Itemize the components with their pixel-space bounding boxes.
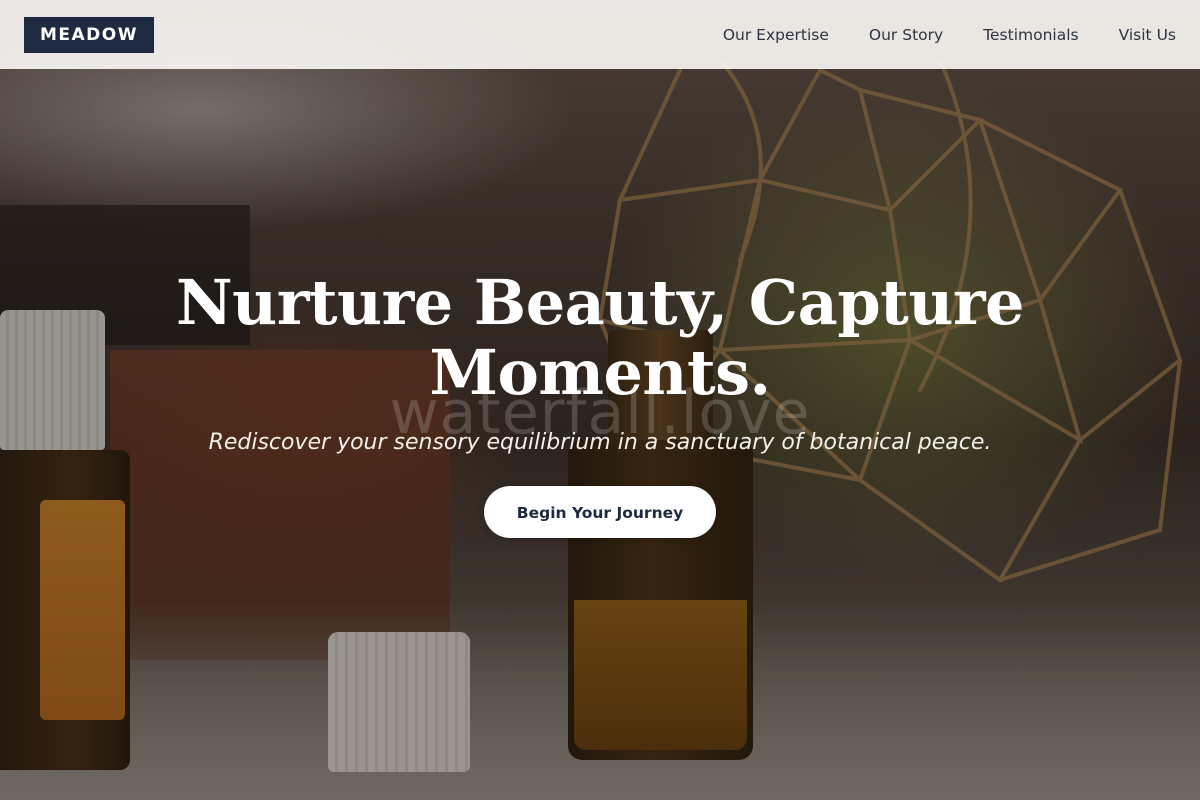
nav-link-testimonials[interactable]: Testimonials <box>983 26 1078 44</box>
hero-title: Nurture Beauty, Capture Moments. <box>150 268 1050 408</box>
nav-link-our-expertise[interactable]: Our Expertise <box>723 26 829 44</box>
brand-logo[interactable]: MEADOW <box>24 16 155 53</box>
hero-title-line-2: Moments. <box>429 336 771 409</box>
main-nav: Our Expertise Our Story Testimonials Vis… <box>723 26 1176 44</box>
begin-journey-button[interactable]: Begin Your Journey <box>484 486 716 538</box>
site-header: MEADOW Our Expertise Our Story Testimoni… <box>0 0 1200 69</box>
nav-link-visit-us[interactable]: Visit Us <box>1119 26 1176 44</box>
hero-subtitle: Rediscover your sensory equilibrium in a… <box>208 430 992 455</box>
hero-section: Nurture Beauty, Capture Moments. Redisco… <box>0 268 1200 538</box>
hero-title-line-1: Nurture Beauty, Capture <box>175 266 1025 339</box>
landing-page: MEADOW Our Expertise Our Story Testimoni… <box>0 0 1200 800</box>
nav-link-our-story[interactable]: Our Story <box>869 26 943 44</box>
